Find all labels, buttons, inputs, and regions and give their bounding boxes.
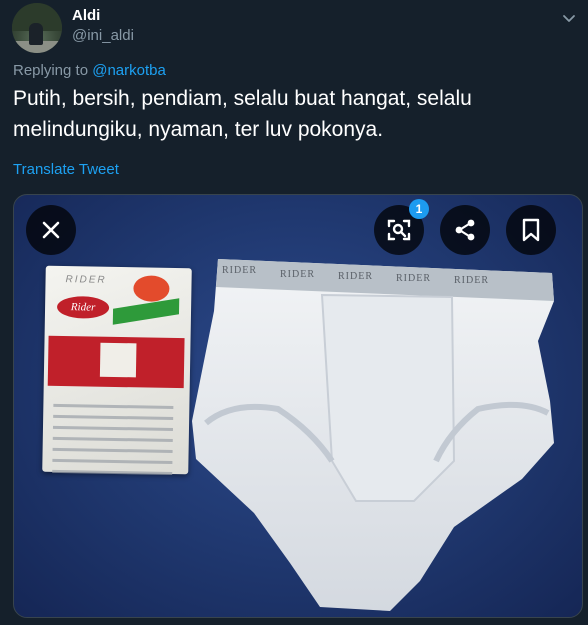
replying-to: Replying to @narkotba [13,62,166,79]
avatar[interactable] [12,3,62,53]
underwear-package: RIDER Rider [42,265,192,475]
bookmark-button[interactable] [506,205,556,255]
waistband-text: RIDER [222,265,257,276]
author-handle[interactable]: @ini_aldi [72,27,134,44]
package-top-text: RIDER [65,274,107,286]
package-seal [133,275,170,302]
waistband-text: RIDER [454,275,489,286]
translate-tweet-link[interactable]: Translate Tweet [13,161,119,178]
visual-search-icon [387,219,411,241]
share-icon [455,219,475,241]
author-name[interactable]: Aldi [72,7,100,24]
avatar-person [29,23,43,45]
package-brand-logo: Rider [56,295,110,319]
notification-badge: 1 [409,199,429,219]
tweet-media-image[interactable]: RIDER Rider RIDER RIDER RIDER RIDER RIDE… [13,194,583,618]
package-red-band [47,335,185,389]
share-button[interactable] [440,205,490,255]
waistband-text: RIDER [280,269,315,280]
mention-link[interactable]: @narkotba [92,62,166,79]
package-fine-print [52,396,174,483]
white-briefs-illustration: RIDER RIDER RIDER RIDER RIDER [192,259,554,611]
waistband-text: RIDER [396,273,431,284]
replying-prefix: Replying to [13,62,93,79]
package-product-window [99,342,137,378]
close-icon [42,221,60,239]
package-green-band [112,298,180,325]
tweet-text: Putih, bersih, pendiam, selalu buat hang… [13,87,472,141]
waistband-text: RIDER [338,271,373,282]
bookmark-icon [522,218,540,242]
close-button[interactable] [26,205,76,255]
chevron-down-icon[interactable] [560,9,578,27]
